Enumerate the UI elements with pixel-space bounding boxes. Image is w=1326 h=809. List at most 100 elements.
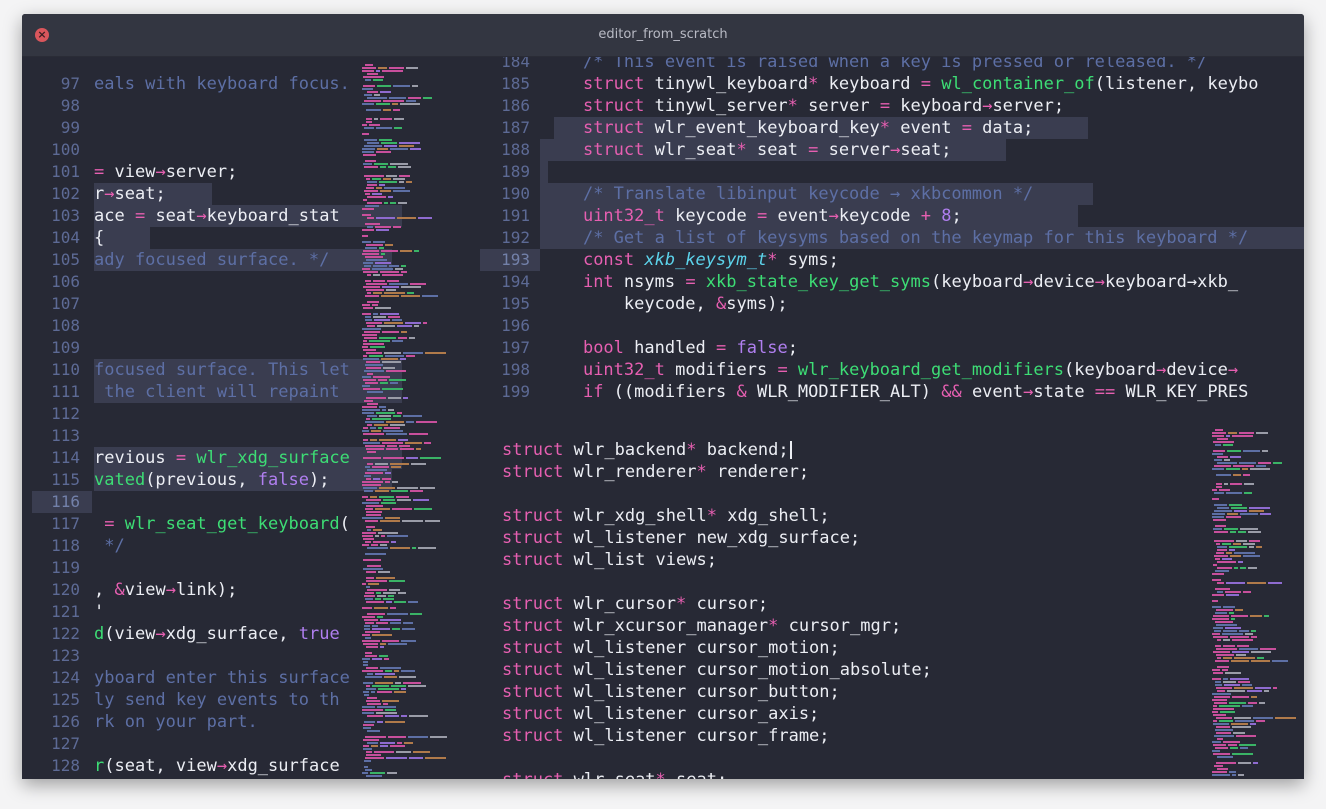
minimap-segment [1248,531,1261,533]
code-line[interactable]: , &view→link); [94,579,237,601]
minimap-segment [388,316,400,318]
code-line[interactable]: struct wlr_event_keyboard_key* event = d… [542,117,1033,139]
minimap-segment [1212,468,1224,470]
line-number: 191 [501,206,530,225]
code-line[interactable]: rk on your part. [94,711,258,733]
minimap-segment [387,445,397,447]
minimap-segment [363,664,368,666]
code-line[interactable]: vated(previous, false); [94,469,329,491]
code-line[interactable]: = wlr_seat_get_keyboard( [94,513,350,535]
code-line[interactable]: struct wlr_xdg_shell* xdg_shell; [502,505,830,527]
code-line[interactable]: = view→server; [94,161,237,183]
code-line[interactable]: struct wlr_renderer* renderer; [502,461,809,483]
top-right-editor-pane[interactable]: 184 /* This event is raised when a key i… [458,57,1304,406]
bottom-right-editor-pane[interactable]: struct wlr_backend* backend; struct wlr_r… [458,419,1304,779]
minimap-segment [378,532,398,534]
code-line[interactable]: ly send key events to th [94,689,340,711]
code-line[interactable]: const xkb_keysym_t* syms; [542,249,839,271]
minimap-segment [367,403,378,405]
code-line[interactable]: keycode, &syms); [542,293,788,315]
minimap-segment [379,496,394,498]
minimap-segment [379,406,386,408]
code-line[interactable]: { [94,227,104,249]
code-line[interactable]: struct wl_listener cursor_frame; [502,725,830,747]
code-line[interactable]: ' [94,601,104,623]
code-line[interactable]: struct wlr_xcursor_manager* cursor_mgr; [502,615,901,637]
code-token: → [155,624,166,644]
code-line[interactable]: struct wlr_seat* seat = server→seat; [542,139,952,161]
code-line[interactable]: r→seat; [94,183,166,205]
left-minimap[interactable] [362,64,452,779]
minimap-segment [1242,468,1248,470]
minimap-segment [371,691,375,693]
code-token: = [756,206,768,226]
code-token: = [961,118,972,138]
code-line[interactable]: struct wlr_backend* backend; [502,439,792,461]
minimap-segment [376,229,389,231]
minimap-segment [366,448,384,450]
code-line[interactable]: ady focused surface. */ [94,249,329,271]
minimap-segment [420,487,435,489]
minimap-segment [1239,648,1258,650]
code-line[interactable]: if ((modifiers & WLR_MODIFIER_ALT) && ev… [542,381,1248,403]
code-line[interactable]: the client will repaint [94,381,350,403]
code-line[interactable]: focused surface. This let [94,359,350,381]
code-line[interactable]: /* Translate libinput keycode → xkbcommo… [542,183,1033,205]
minimap-segment [373,541,389,543]
minimap-segment [363,559,381,561]
code-line[interactable]: bool handled = false; [542,337,798,359]
minimap-segment [1215,621,1233,623]
minimap-segment [399,445,410,447]
minimap-segment [366,601,384,603]
minimap-segment [362,658,370,660]
minimap-segment [423,97,432,99]
minimap-segment [374,424,388,426]
code-line[interactable]: yboard enter this surface [94,667,350,689]
minimap-segment [381,142,397,144]
code-line[interactable]: struct wl_listener new_xdg_surface; [502,527,860,549]
code-line[interactable]: d(view→xdg_surface, true [94,623,340,645]
minimap-segment [363,379,376,381]
code-token: false [726,338,788,358]
bottom-right-minimap[interactable] [1212,429,1302,779]
code-line[interactable]: */ [94,535,124,557]
code-line[interactable]: struct tinywl_keyboard* keyboard = wl_co… [542,73,1259,95]
minimap-segment [367,274,371,276]
minimap-segment [1219,720,1233,722]
minimap-segment [1236,735,1256,737]
code-line[interactable]: uint32_t keycode = event→keycode + 8; [542,205,962,227]
code-line[interactable]: int nsyms = xkb_state_key_get_syms(keybo… [542,271,1238,293]
minimap-segment [408,97,421,99]
code-line[interactable]: eals with keyboard focus. [94,73,350,95]
code-token: data; [971,118,1034,138]
minimap-segment [362,151,374,153]
minimap-segment [386,175,397,177]
minimap-segment [1225,672,1241,674]
minimap-segment [365,280,371,282]
code-line[interactable]: r(seat, view→xdg_surface [94,755,340,777]
code-line[interactable]: struct wlr_seat* seat; [502,769,727,779]
minimap-segment [1229,546,1247,548]
minimap-segment [1256,432,1268,434]
minimap-segment [410,148,421,150]
minimap-segment [1212,750,1220,752]
code-line[interactable]: struct tinywl_server* server = keyboard→… [542,95,1064,117]
code-line[interactable]: struct wl_listener cursor_axis; [502,703,819,725]
code-line[interactable]: uint32_t modifiers = wlr_keyboard_get_mo… [542,359,1238,381]
code-line[interactable]: /* Get a list of keysyms based on the ke… [542,227,1248,249]
code-line[interactable]: struct wl_listener cursor_motion_absolut… [502,659,932,681]
code-line[interactable]: /* This event is raised when a key is pr… [542,57,1207,73]
minimap-segment [398,592,406,594]
minimap-segment [1215,558,1220,560]
code-line[interactable]: struct wl_listener cursor_motion; [502,637,840,659]
line-number: 117 [51,514,80,533]
minimap-segment [411,463,426,465]
minimap-segment [364,595,375,597]
code-line[interactable]: struct wl_list views; [502,549,717,571]
minimap-segment [383,109,391,111]
code-line[interactable]: revious = wlr_xdg_surface [94,447,350,469]
code-line[interactable]: struct wlr_cursor* cursor; [502,593,768,615]
code-line[interactable]: struct wl_listener cursor_button; [502,681,840,703]
minimap-segment [380,544,387,546]
code-line[interactable]: ace = seat→keyboard_stat [94,205,340,227]
